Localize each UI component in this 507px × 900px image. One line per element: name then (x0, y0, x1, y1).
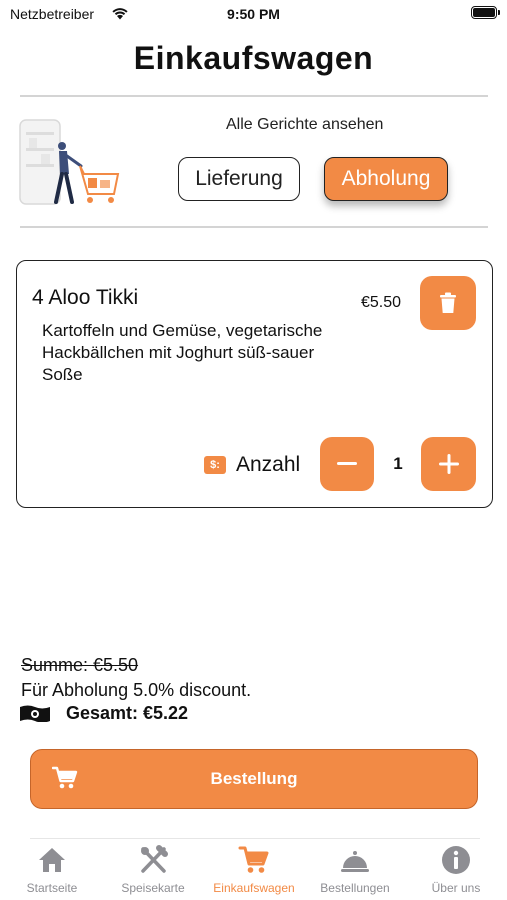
quantity-label: Anzahl (236, 453, 301, 476)
tab-einkaufswagen[interactable]: Einkaufswagen (204, 844, 304, 900)
tab-ueber-uns[interactable]: Über uns (406, 844, 506, 900)
tab-label: Startseite (26, 881, 78, 895)
tab-bar-divider (30, 838, 480, 839)
battery-icon (471, 6, 500, 19)
clock: 9:50 PM (227, 6, 280, 22)
delivery-option-button[interactable]: Lieferung (178, 157, 300, 201)
discount-note: Für Abholung 5.0% discount. (21, 680, 252, 700)
see-all-dishes-link[interactable]: Alle Gerichte ansehen (226, 116, 383, 134)
item-price: €5.50 (361, 294, 402, 311)
tab-label: Über uns (431, 881, 481, 895)
item-description: Kartoffeln und Gemüse, vegetarische Hack… (42, 321, 323, 384)
increase-quantity-button[interactable] (421, 437, 476, 491)
divider (20, 95, 488, 97)
plus-icon (438, 454, 459, 474)
tab-bestellungen[interactable]: Bestellungen (305, 844, 405, 900)
tab-startseite[interactable]: Startseite (2, 844, 102, 900)
place-order-label: Bestellung (210, 769, 298, 788)
pickup-option-button[interactable]: Abholung (324, 157, 448, 201)
quantity-icon: $: (204, 456, 226, 474)
shopping-illustration (19, 119, 120, 205)
status-bar: Netzbetreiber 9:50 PM (0, 0, 507, 28)
decrease-quantity-button[interactable] (320, 437, 374, 491)
cloche-icon (341, 851, 369, 872)
trash-icon (440, 292, 456, 313)
tab-label: Bestellungen (320, 881, 390, 895)
delete-item-button[interactable] (420, 276, 476, 330)
info-icon (442, 846, 470, 874)
divider (20, 226, 488, 228)
cart-icon (238, 846, 269, 873)
tab-label: Speisekarte (121, 881, 185, 895)
item-name: 4 Aloo Tikki (32, 286, 139, 309)
page-title: Einkaufswagen (133, 40, 374, 76)
subtotal-text: Summe: €5.50 (21, 655, 139, 675)
fork-knife-icon (141, 845, 168, 873)
money-icon (20, 705, 50, 722)
quantity-value: 1 (393, 454, 403, 473)
total-text: Gesamt: €5.22 (66, 703, 189, 723)
home-icon (39, 848, 65, 872)
tab-speisekarte[interactable]: Speisekarte (103, 844, 203, 900)
tab-label: Einkaufswagen (213, 881, 295, 895)
minus-icon (337, 462, 357, 465)
